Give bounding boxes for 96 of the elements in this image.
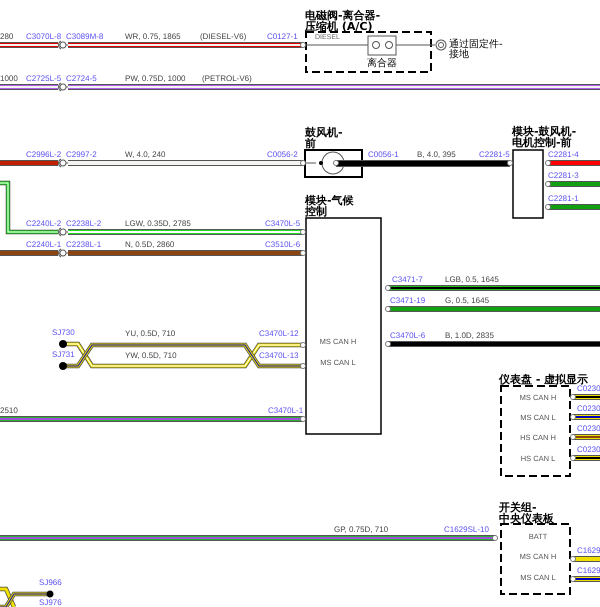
wire-spec-label: LGW, 0.35D, 2785 [125,219,191,228]
component-title: 模块-鼓风机- 电机控制-前 [512,125,576,149]
wire-spec-label: B, 1.0D, 2835 [445,331,494,340]
connector-icon [58,40,68,50]
pin-icon [545,181,551,187]
wire-spec-label: 2510 [0,406,18,415]
connector-label: C2281-3 [548,171,579,180]
connector-label: C2281-1 [548,194,579,203]
dashed-component-box [500,523,571,595]
connector-label: C3470L-1 [268,406,304,415]
connector-icon [58,228,68,236]
connector-label: C3070L-8 [26,32,62,41]
wire-spec-label: WR, 0.75, 1865 [125,32,181,41]
connector-label: C3470L-13 [259,351,299,360]
connector-label: C0230 [577,384,600,393]
splice-label: SJ730 [52,328,75,337]
connector-label: C1629 [577,566,600,575]
wire-spec-label: (PETROL-V6) [202,74,252,83]
wire-spec-label: B, 4.0, 395 [417,150,456,159]
connector-label: C1629SL-10 [444,525,489,534]
splice-label: SJ731 [52,350,75,359]
connector-label: C0056-1 [368,150,399,159]
connector-label: C2281-5 [479,150,510,159]
pin-icon [300,42,306,48]
wire-spec-label: 280 [0,32,14,41]
pin-icon [570,394,576,400]
pin-icon [570,414,576,420]
pin-icon [570,556,576,562]
clutch-coil-drawing [368,36,396,56]
connector-label: C0230 [577,404,600,413]
splice-point-icon [46,590,54,598]
component-title: 开关组- 中央仪表板 [499,501,554,525]
pin-icon [300,416,306,422]
wire-spec-label: 1000 [0,74,18,83]
wire-spec-label: N, 0.5D, 2860 [125,240,174,249]
connector-label: C2997-2 [66,150,97,159]
pin-icon [300,160,306,166]
component-title: 仪表盘 - 虚拟显示 [499,373,588,386]
pin-icon [507,160,513,166]
connector-label: C2281-4 [548,150,579,159]
pin-icon [300,229,306,235]
connector-label: C3471-19 [390,296,426,305]
connector-label: C0127-1 [267,32,298,41]
component-title: 鼓风机- 前 [305,126,343,150]
pin-icon [545,160,551,166]
pin-icon [300,342,306,348]
pin-icon [300,363,306,369]
pin-icon [570,576,576,582]
pin-icon [385,341,391,347]
splice-label: SJ966 [39,578,62,587]
connector-label: C0056-2 [267,150,298,159]
wire-spec-label: YW, 0.5D, 710 [125,351,177,360]
wire-spec-label: G, 0.5, 1645 [445,296,490,305]
pin-icon [300,250,306,256]
component-title: 模块-气候 控制 [305,194,354,218]
pin-icon [385,285,391,291]
pin-icon [570,434,576,440]
connector-label: C2238L-1 [66,240,102,249]
splice-point-icon [59,362,67,370]
connector-label: C3470L-12 [259,329,299,338]
ground-label: 通过固定件- 接地 [449,39,503,60]
pin-icon [570,455,576,461]
component-title: 电磁阀-离合器- 压缩机 (A/C) [305,9,380,33]
wire-spec-label: GP, 0.75D, 710 [334,525,388,534]
connector-label: C3471-7 [392,275,423,284]
splice-point-icon [59,340,67,348]
ground-wire [430,44,436,46]
connector-label: C2724-5 [66,74,97,83]
connector-icon [58,82,68,92]
pin-icon [385,306,391,312]
wire-spec-label: (DIESEL-V6) [200,32,246,41]
wire-spec-label: YU, 0.5D, 710 [125,329,176,338]
connector-icon [58,158,68,168]
pin-icon [492,535,498,541]
connector-label: C3470L-5 [265,219,300,228]
connector-label: C2725L-5 [26,74,62,83]
connector-label: C0230 [577,424,600,433]
connector-label: C3510L-6 [265,240,300,249]
connector-label: C3470L-6 [390,331,426,340]
connector-label: C2240L-1 [26,240,62,249]
connector-label: C0230 [577,445,600,454]
splice-label: SJ976 [39,598,62,607]
wire-spec-label: PW, 0.75D, 1000 [125,74,186,83]
connector-label: C2240L-2 [26,219,62,228]
ground-icon [436,40,446,50]
connector-label: C1629 [577,546,600,555]
part-label: 离合器 [367,58,397,69]
connector-icon [58,248,68,258]
connector-label: C2238L-2 [66,219,102,228]
wire-spec-label: W, 4.0, 240 [125,150,166,159]
wire-spec-label: LGB, 0.5, 1645 [445,275,499,284]
connector-label: C2996L-2 [26,150,62,159]
pin-icon [545,204,551,210]
module-box [512,149,544,219]
pin-icon [333,160,339,166]
connector-label: C3089M-8 [66,32,104,41]
